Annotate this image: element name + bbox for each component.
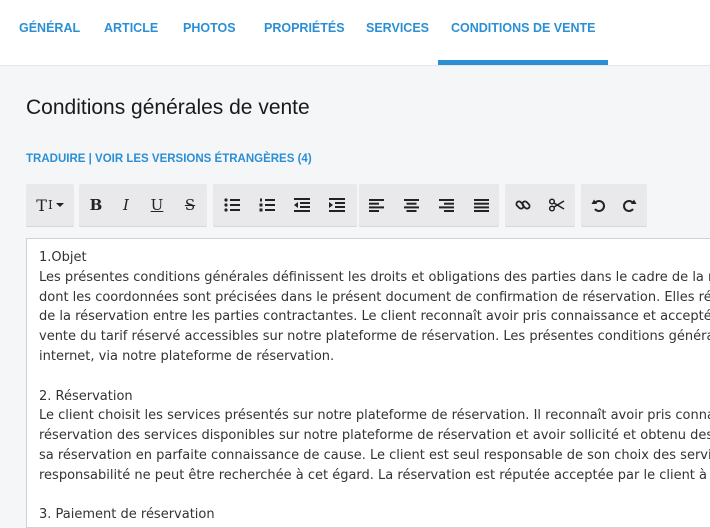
editor-line: Les présentes conditions générales défin…	[39, 269, 710, 285]
translation-links: TRADUIRE | VOIR LES VERSIONS ÉTRANGÈRES …	[26, 153, 312, 165]
align-center-button[interactable]	[394, 184, 428, 226]
editor-line: responsabilité ne peut être recherchée à…	[39, 467, 710, 483]
underline-button[interactable]: U	[140, 184, 174, 226]
tab-bar: GÉNÉRAL ARTICLE PHOTOS PROPRIÉTÉS SERVIC…	[0, 0, 710, 66]
align-center-icon	[403, 198, 419, 212]
editor-line: 1.Objet	[39, 250, 87, 265]
outdent-button[interactable]	[285, 184, 319, 226]
tab-services[interactable]: SERVICES	[366, 0, 429, 65]
undo-icon	[591, 199, 605, 212]
editor-line: vente du tarif réservé accessibles sur n…	[39, 329, 710, 345]
italic-button[interactable]: I	[109, 184, 143, 226]
redo-button[interactable]	[613, 184, 647, 226]
bullet-list-button[interactable]	[215, 184, 249, 226]
underline-icon: U	[150, 196, 164, 214]
editor-content[interactable]: 1.Objet Les présentes conditions général…	[39, 248, 710, 525]
link-separator: |	[85, 153, 96, 165]
editor-line: Le client choisit les services présentés…	[39, 408, 710, 424]
justify-icon	[473, 198, 489, 212]
page-title: Conditions générales de vente	[26, 96, 310, 119]
align-left-icon	[368, 198, 384, 212]
unlink-icon	[549, 198, 565, 212]
strikethrough-icon: S	[184, 196, 196, 214]
translate-link[interactable]: TRADUIRE	[26, 153, 85, 165]
tab-general[interactable]: GÉNÉRAL	[19, 0, 80, 65]
numbered-list-icon	[259, 198, 275, 212]
bold-icon: B	[89, 196, 103, 214]
toolbar-group-lists	[213, 184, 357, 226]
align-right-icon	[438, 198, 454, 212]
strikethrough-button[interactable]: S	[173, 184, 207, 226]
text-style-icon: TI	[36, 196, 64, 215]
redo-icon	[623, 199, 637, 212]
italic-icon: I	[123, 196, 129, 214]
tab-photos[interactable]: PHOTOS	[183, 0, 236, 65]
tab-article[interactable]: ARTICLE	[104, 0, 158, 65]
indent-icon	[329, 198, 345, 212]
editor-line: 3. Paiement de réservation	[39, 507, 215, 523]
tab-conditions-de-vente[interactable]: CONDITIONS DE VENTE	[437, 0, 609, 65]
toolbar-group-format: B I U S	[79, 184, 207, 226]
editor-line: 2. Réservation	[39, 388, 133, 404]
align-right-button[interactable]	[429, 184, 463, 226]
toolbar-group-style: TI	[26, 184, 74, 226]
indent-button[interactable]	[320, 184, 354, 226]
align-left-button[interactable]	[359, 184, 393, 226]
editor-line: de la réservation entre les parties cont…	[39, 309, 710, 325]
toolbar-group-history	[581, 184, 647, 226]
unlink-button[interactable]	[540, 184, 574, 226]
toolbar-group-links	[505, 184, 575, 226]
editor-line: réservation des services disponibles sur…	[39, 428, 710, 444]
link-button[interactable]	[506, 184, 540, 226]
text-style-button[interactable]: TI	[26, 184, 74, 226]
editor-line: dont les coordonnées sont précisées dans…	[39, 289, 710, 305]
editor-line: internet, via notre plateforme de réserv…	[39, 348, 335, 364]
toolbar-group-align	[359, 184, 499, 226]
rich-text-editor[interactable]: 1.Objet Les présentes conditions général…	[26, 238, 710, 528]
numbered-list-button[interactable]	[250, 184, 284, 226]
undo-button[interactable]	[581, 184, 615, 226]
foreign-versions-link[interactable]: VOIR LES VERSIONS ÉTRANGÈRES (4)	[95, 153, 312, 165]
link-icon	[515, 200, 531, 210]
tab-proprietes[interactable]: PROPRIÉTÉS	[264, 0, 345, 65]
editor-line: sa réservation en parfaite connaissance …	[39, 447, 710, 463]
bullet-list-icon	[224, 198, 240, 212]
bold-button[interactable]: B	[79, 184, 113, 226]
editor-blank-line	[39, 367, 710, 387]
justify-button[interactable]	[464, 184, 498, 226]
editor-blank-line	[39, 486, 710, 506]
outdent-icon	[294, 198, 310, 212]
